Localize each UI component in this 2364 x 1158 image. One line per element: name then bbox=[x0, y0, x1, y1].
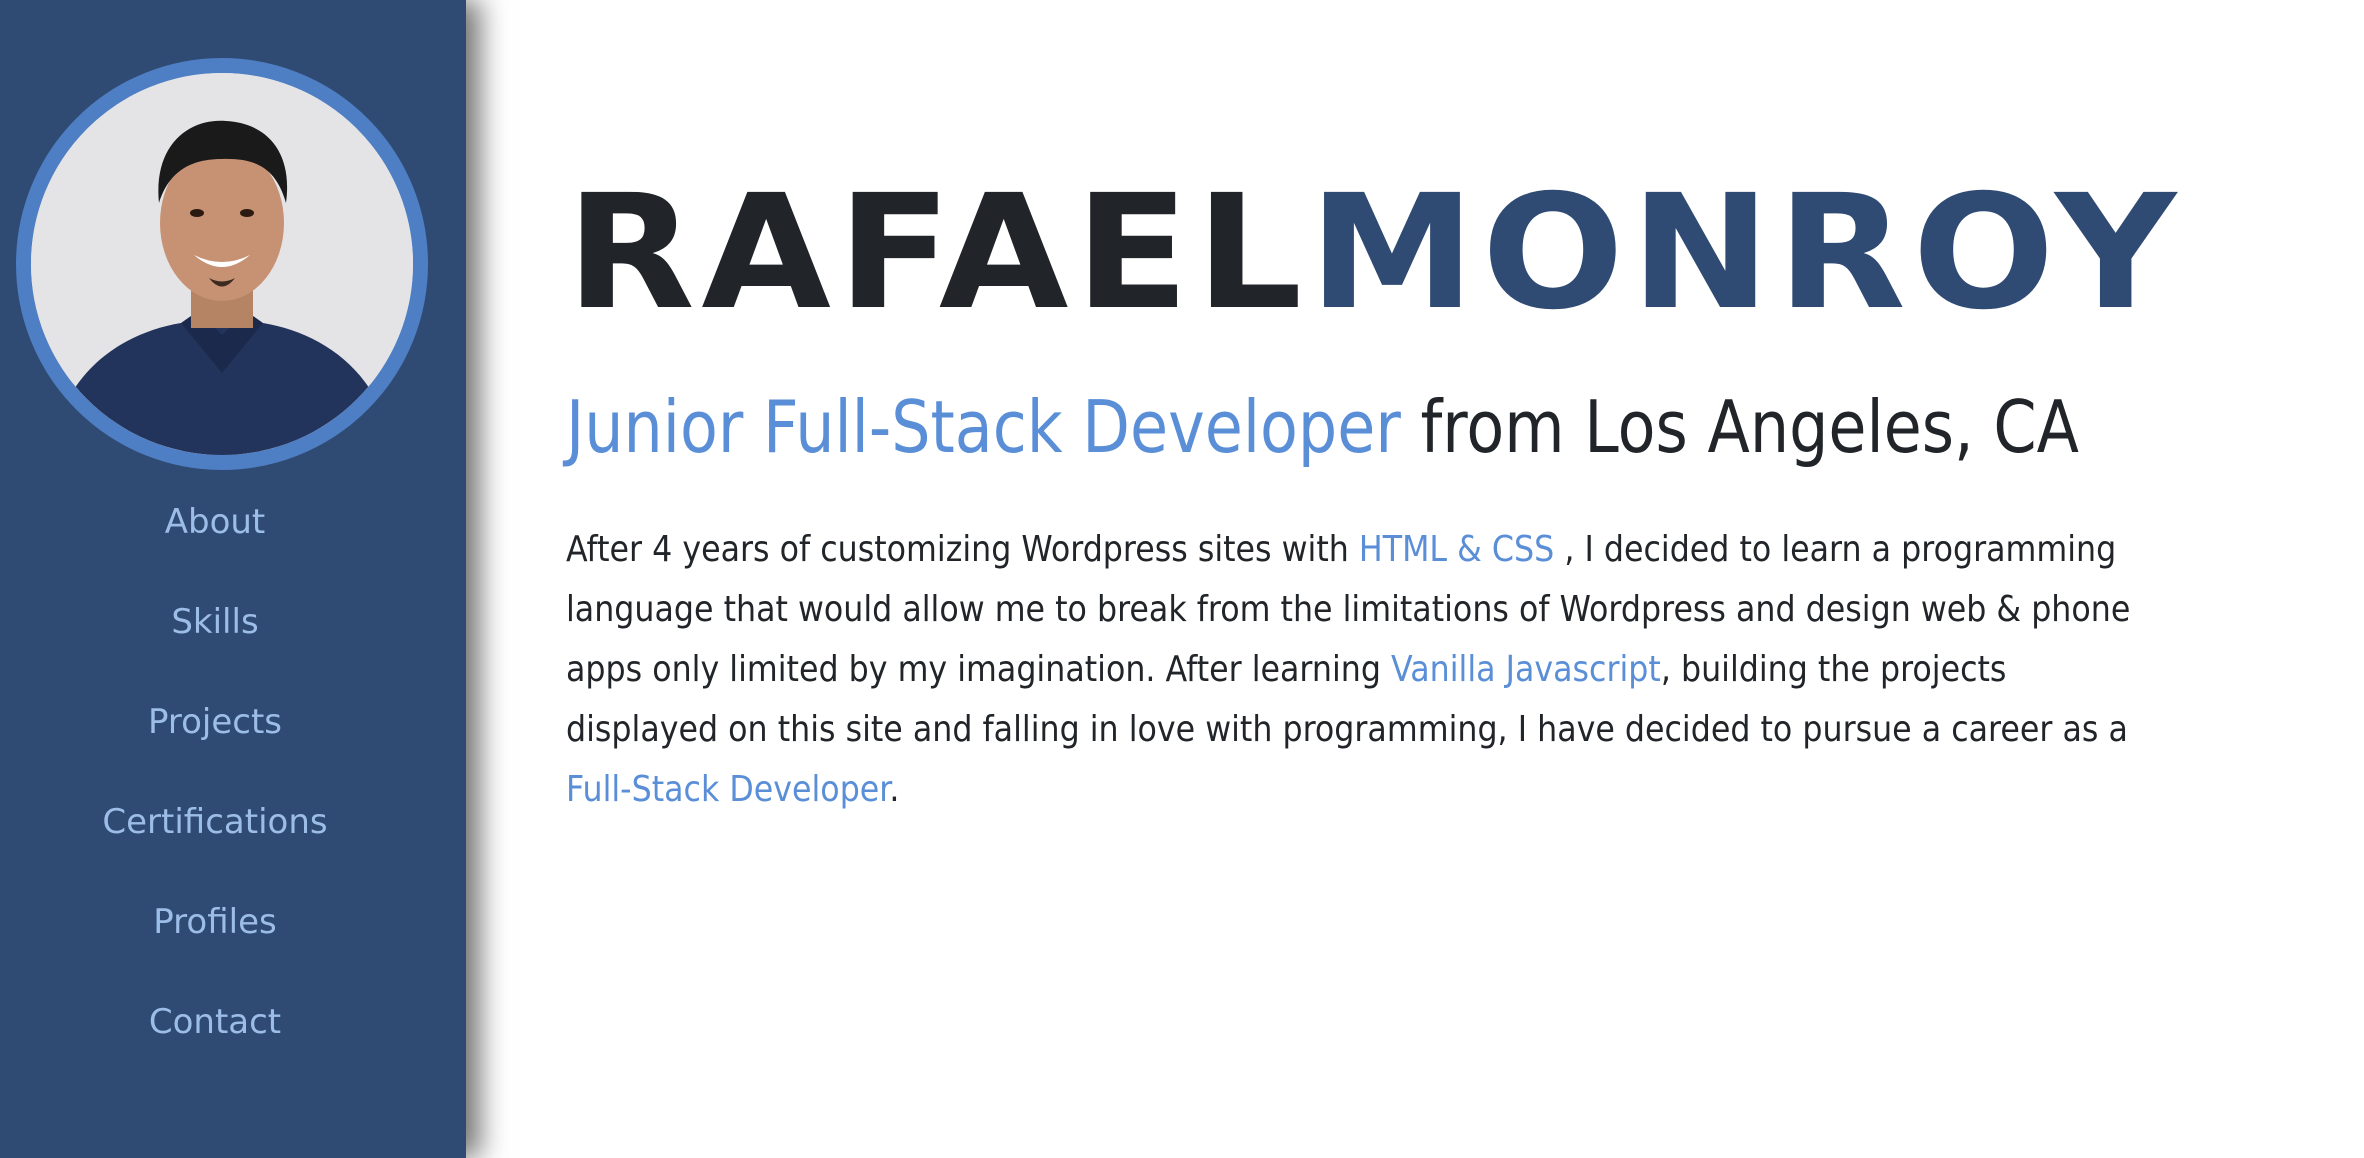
bio-paragraph: After 4 years of customizing Wordpress s… bbox=[566, 520, 2132, 820]
nav-projects[interactable]: Projects bbox=[0, 702, 430, 742]
sidebar: About Skills Projects Certifications Pro… bbox=[0, 0, 466, 1158]
link-full-stack-developer[interactable]: Full-Stack Developer bbox=[566, 769, 889, 810]
nav-about[interactable]: About bbox=[0, 502, 430, 542]
profile-photo bbox=[16, 58, 428, 470]
nav-profiles[interactable]: Profiles bbox=[0, 902, 430, 942]
nav-skills[interactable]: Skills bbox=[0, 602, 430, 642]
bio-text-4: . bbox=[889, 769, 900, 810]
nav-contact[interactable]: Contact bbox=[0, 1002, 430, 1042]
last-name: MONROY bbox=[1308, 161, 2183, 345]
link-html-css[interactable]: HTML & CSS bbox=[1359, 529, 1554, 570]
first-name: RAFAEL bbox=[566, 161, 1309, 345]
location-text: from Los Angeles, CA bbox=[1400, 385, 2079, 469]
subtitle: Junior Full-Stack Developer from Los Ang… bbox=[566, 382, 2079, 472]
page-title: RAFAELMONROY bbox=[566, 168, 2183, 338]
link-vanilla-javascript[interactable]: Vanilla Javascript bbox=[1391, 649, 1661, 690]
profile-photo-image bbox=[31, 73, 413, 455]
nav-certifications[interactable]: Certifications bbox=[0, 802, 430, 842]
main-content: RAFAELMONROY Junior Full-Stack Developer… bbox=[566, 0, 2286, 1158]
bio-text-1: After 4 years of customizing Wordpress s… bbox=[566, 529, 1359, 570]
job-title: Junior Full-Stack Developer bbox=[566, 385, 1401, 469]
